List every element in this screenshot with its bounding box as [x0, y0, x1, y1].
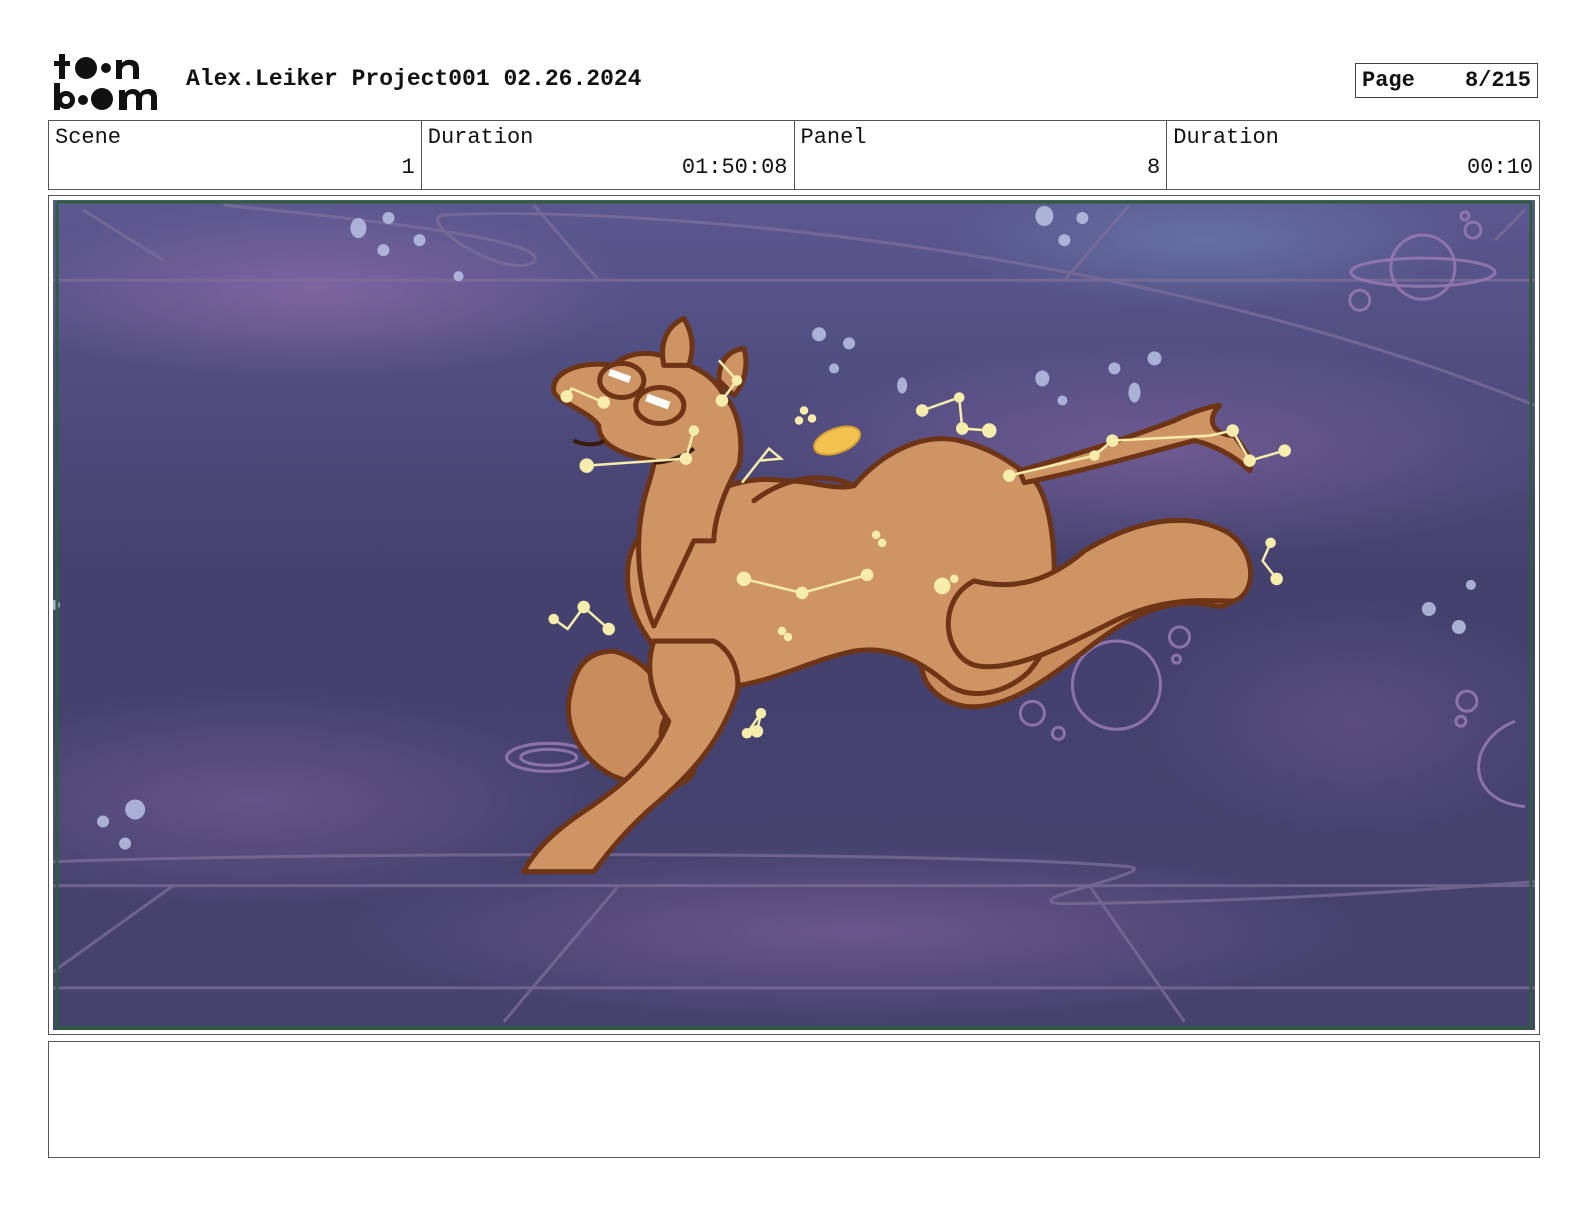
panel-duration-cell: Duration 00:10: [1167, 121, 1539, 189]
panel-artwork: [53, 200, 1535, 1030]
scene-cell: Scene 1: [49, 121, 422, 189]
panel-notes[interactable]: [48, 1041, 1540, 1158]
panel-label: Panel: [800, 125, 867, 150]
toon-boom-logo: [50, 50, 166, 112]
page-number: 8/215: [1464, 68, 1531, 93]
storyboard-panel: [48, 195, 1540, 1035]
scene-duration-cell: Duration 01:50:08: [422, 121, 795, 189]
panel-cell: Panel 8: [795, 121, 1168, 189]
panel-info-row: Scene 1 Duration 01:50:08 Panel 8 Durati…: [48, 120, 1540, 190]
panel-value: 8: [1147, 155, 1161, 180]
project-title: Alex.Leiker Project001 02.26.2024: [186, 66, 642, 92]
scene-value: 1: [401, 155, 415, 180]
scene-label: Scene: [55, 125, 122, 150]
scene-duration-value: 01:50:08: [681, 155, 788, 180]
page-indicator: Page 8/215: [1355, 63, 1538, 98]
page-label: Page: [1362, 68, 1415, 93]
scene-duration-label: Duration: [427, 125, 534, 150]
panel-duration-value: 00:10: [1466, 155, 1533, 180]
panel-duration-label: Duration: [1173, 125, 1279, 150]
